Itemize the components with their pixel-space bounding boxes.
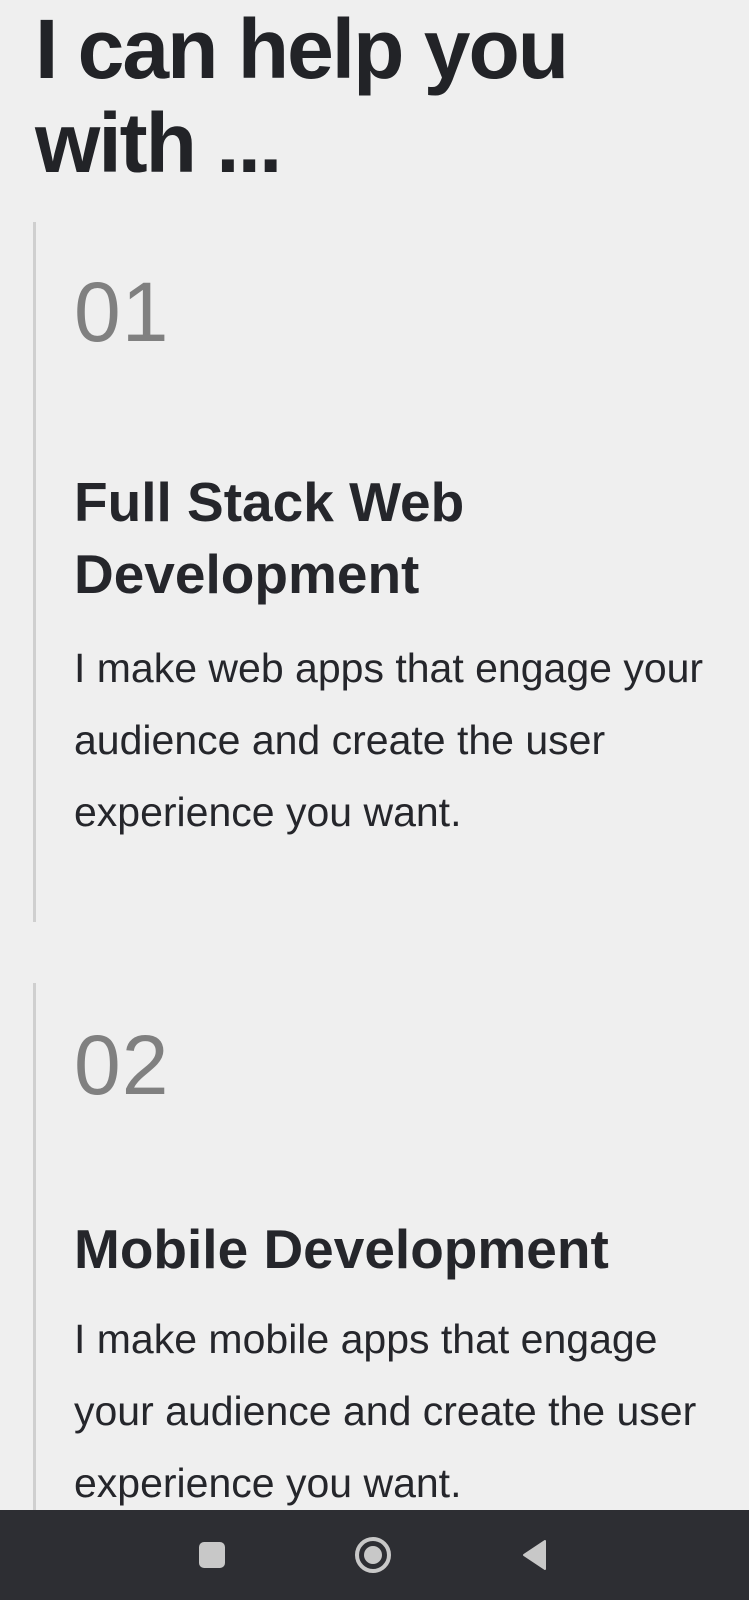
home-button[interactable] — [318, 1510, 428, 1600]
service-card-mobile: 02 Mobile Development I make mobile apps… — [33, 983, 723, 1510]
service-description: I make web apps that engage your audienc… — [74, 645, 704, 835]
android-navigation-bar — [0, 1510, 749, 1600]
service-card-web: 01 Full Stack Web Development I make web… — [33, 222, 723, 922]
page-content: I can help you with ... 01 Full Stack We… — [0, 0, 749, 1510]
service-title: Mobile Development — [74, 1218, 609, 1280]
back-button[interactable] — [480, 1510, 590, 1600]
back-icon — [523, 1540, 546, 1570]
home-icon — [355, 1537, 391, 1573]
recent-apps-button[interactable] — [157, 1510, 267, 1600]
service-title: Full Stack Web Development — [74, 471, 465, 605]
service-number: 02 — [74, 1018, 170, 1112]
page-title: I can help you with ... — [35, 2, 569, 190]
recent-apps-icon — [199, 1542, 225, 1568]
service-number: 01 — [74, 265, 170, 359]
service-description: I make mobile apps that engage your audi… — [74, 1316, 697, 1506]
